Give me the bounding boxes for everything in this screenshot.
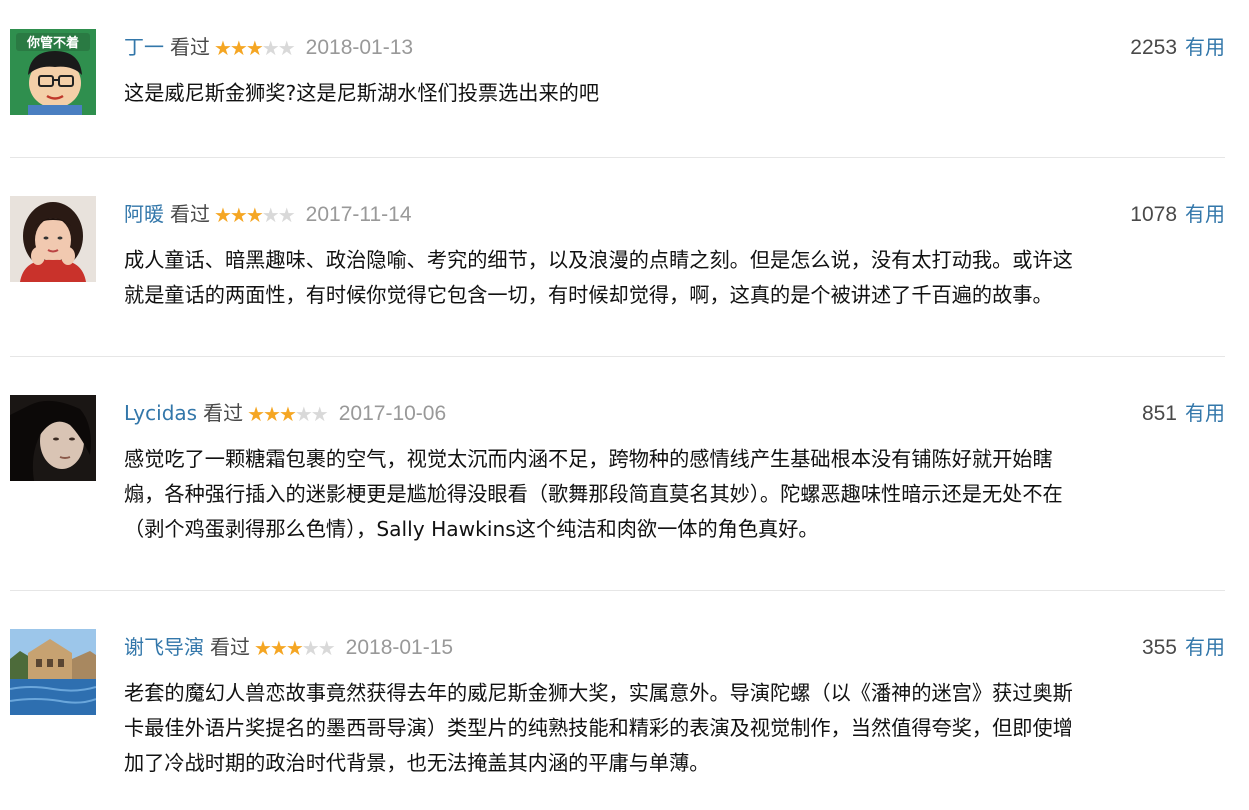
vote-count: 355 <box>1141 636 1177 659</box>
watch-status: 看过 <box>203 401 244 425</box>
star-filled-icon: ★★★ <box>254 636 304 660</box>
comment-date: 2018-01-15 <box>345 636 454 659</box>
comment-date: 2017-11-14 <box>305 203 412 226</box>
comment-text: 这是威尼斯金狮奖?这是尼斯湖水怪们投票选出来的吧 <box>124 81 600 105</box>
comment-date: 2018-01-13 <box>305 36 414 59</box>
comment-text: 感觉吃了一颗糖霜包裹的空气，视觉太沉而内涵不足，跨物种的感情线产生基础根本没有铺… <box>124 447 1063 541</box>
avatar[interactable] <box>10 395 96 481</box>
rating-stars: ★★★★★ <box>214 30 296 66</box>
vote-count: 2253 <box>1130 36 1177 59</box>
watch-status: 看过 <box>170 35 210 59</box>
watch-status: 看过 <box>210 635 250 659</box>
vote-area: 2253 有用 <box>1130 29 1225 66</box>
avatar[interactable]: 你管不着 <box>10 29 96 115</box>
star-empty-icon: ★★ <box>261 36 296 60</box>
vote-area: 355 有用 <box>1142 629 1225 666</box>
useful-button[interactable]: 有用 <box>1185 35 1225 59</box>
avatar-image <box>10 196 96 282</box>
comment-text: 成人童话、暗黑趣味、政治隐喻、考究的细节，以及浪漫的点睛之刻。但是怎么说，没有太… <box>124 248 1073 307</box>
useful-button[interactable]: 有用 <box>1185 401 1225 425</box>
divider <box>10 356 1225 357</box>
avatar-logo-text: 你管不着 <box>26 35 79 51</box>
username-link[interactable]: 阿暖 <box>124 202 164 226</box>
comment-date: 2017-10-06 <box>338 402 447 425</box>
star-filled-icon: ★★★ <box>247 402 297 426</box>
comment-text: 老套的魔幻人兽恋故事竟然获得去年的威尼斯金狮大奖，实属意外。导演陀螺（以《潘神的… <box>124 681 1073 775</box>
comment-list: 你管不着 丁一 看过 ★★★★★ 2018-01-13 2253 有用 这是威尼斯金狮奖… <box>0 0 1249 810</box>
comment-header: 阿暖 看过 ★★★★★ 2017-11-14 1078 有用 <box>124 196 1225 232</box>
star-empty-icon: ★★ <box>261 203 296 227</box>
star-filled-icon: ★★★ <box>214 203 264 227</box>
vote-area: 851 有用 <box>1142 395 1225 432</box>
rating-stars: ★★★★★ <box>214 197 296 233</box>
star-empty-icon: ★★ <box>301 636 336 660</box>
avatar-image: 你管不着 <box>10 29 96 115</box>
username-link[interactable]: 丁一 <box>124 35 164 59</box>
username-link[interactable]: Lycidas <box>124 401 197 425</box>
star-empty-icon: ★★ <box>294 402 329 426</box>
useful-button[interactable]: 有用 <box>1185 635 1225 659</box>
comment-item: Lycidas 看过 ★★★★★ 2017-10-06 851 有用 感觉吃了一颗糖霜包… <box>10 395 1225 570</box>
avatar[interactable] <box>10 629 96 715</box>
avatar-image <box>10 395 96 481</box>
comment-header: 谢飞导演 看过 ★★★★★ 2018-01-15 355 有用 <box>124 629 1225 665</box>
username-link[interactable]: 谢飞导演 <box>124 635 204 659</box>
comment-item: 谢飞导演 看过 ★★★★★ 2018-01-15 355 有用 老套的魔幻人兽恋故事竟然… <box>10 629 1225 804</box>
useful-button[interactable]: 有用 <box>1185 202 1225 226</box>
star-filled-icon: ★★★ <box>214 36 264 60</box>
avatar[interactable] <box>10 196 96 282</box>
divider <box>10 590 1225 591</box>
comment-header: Lycidas 看过 ★★★★★ 2017-10-06 851 有用 <box>124 395 1225 431</box>
comment-item: 你管不着 丁一 看过 ★★★★★ 2018-01-13 2253 有用 这是威尼斯金狮奖… <box>10 29 1225 139</box>
rating-stars: ★★★★★ <box>247 396 329 432</box>
vote-count: 851 <box>1141 402 1177 425</box>
comment-item: 阿暖 看过 ★★★★★ 2017-11-14 1078 有用 成人童话、暗黑趣味、政治隐… <box>10 196 1225 336</box>
divider <box>10 157 1225 158</box>
vote-count: 1078 <box>1130 203 1177 226</box>
comment-header: 丁一 看过 ★★★★★ 2018-01-13 2253 有用 <box>124 29 1225 65</box>
vote-area: 1078 有用 <box>1130 196 1225 233</box>
watch-status: 看过 <box>170 202 210 226</box>
avatar-image <box>10 629 96 715</box>
rating-stars: ★★★★★ <box>254 630 336 666</box>
